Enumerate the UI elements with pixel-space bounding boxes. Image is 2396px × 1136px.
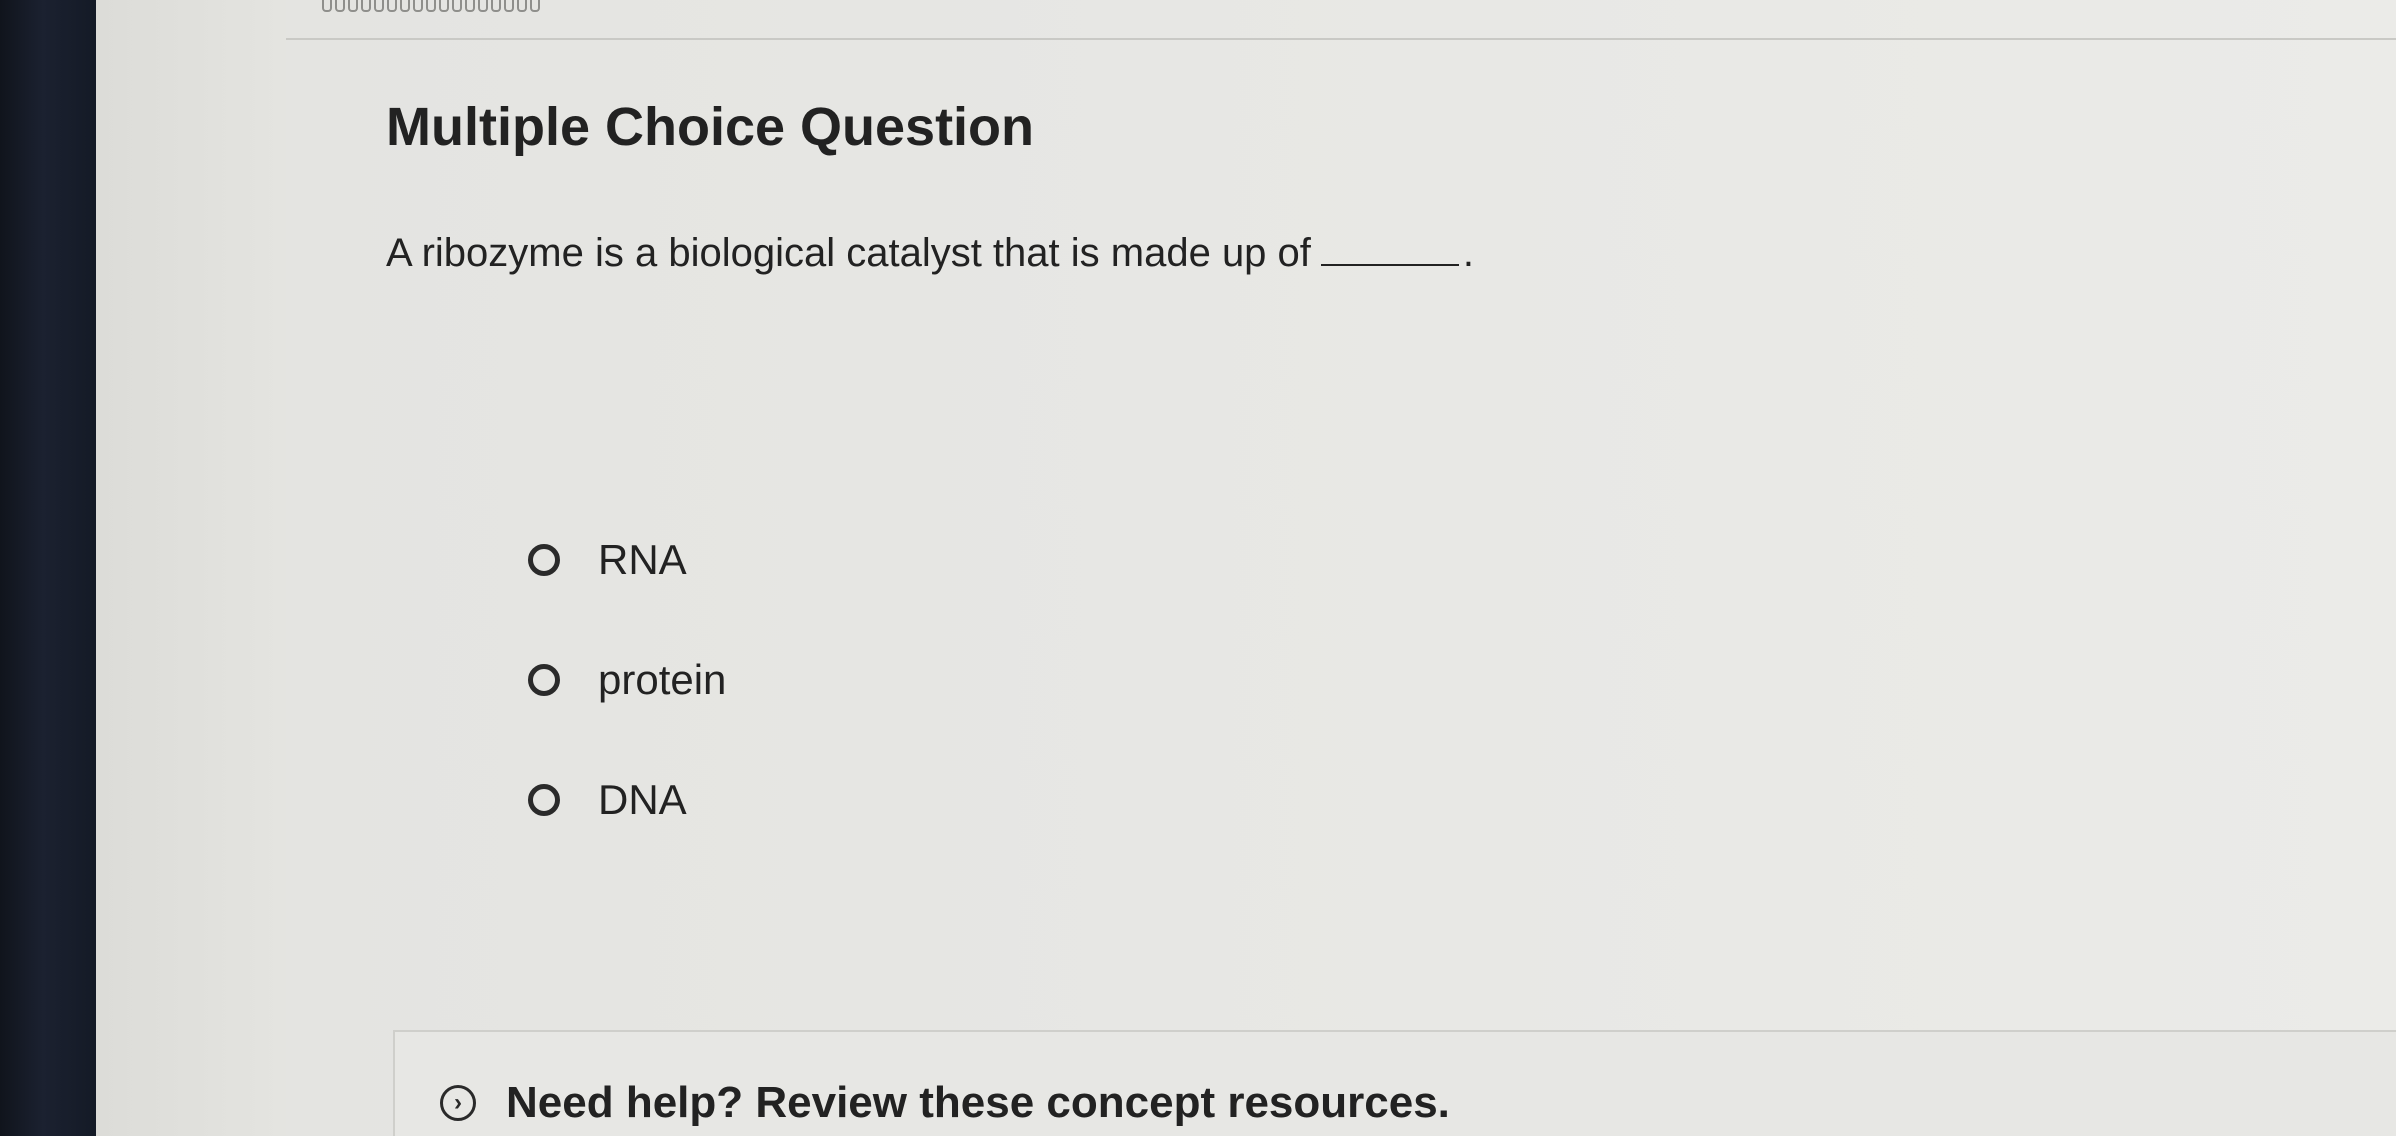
progress-dot	[465, 0, 475, 12]
radio-button-icon[interactable]	[528, 544, 560, 576]
option-label: protein	[598, 656, 727, 703]
radio-button-icon[interactable]	[528, 784, 560, 816]
page-title: Multiple Choice Question	[386, 97, 1035, 157]
progress-dot	[426, 0, 436, 12]
progress-dot	[452, 0, 462, 12]
chevron-right-icon[interactable]: ›	[440, 1085, 476, 1121]
progress-dot	[517, 0, 527, 12]
option-label: DNA	[598, 776, 687, 823]
option-protein[interactable]: protein	[528, 640, 726, 720]
option-rna[interactable]: RNA	[528, 520, 726, 600]
help-resources-label: Need help? Review these concept resource…	[506, 1078, 1450, 1127]
help-resources-toggle[interactable]: › Need help? Review these concept resour…	[440, 1078, 1450, 1128]
progress-dot	[387, 0, 397, 12]
progress-dot	[439, 0, 449, 12]
left-margin	[96, 0, 286, 1136]
question-prompt: A ribozyme is a biological catalyst that…	[386, 231, 1311, 275]
progress-dot	[361, 0, 371, 12]
option-dna[interactable]: DNA	[528, 760, 726, 840]
question-suffix: .	[1462, 231, 1475, 275]
answer-options: RNA protein DNA	[528, 520, 726, 880]
progress-dot	[491, 0, 501, 12]
progress-dot	[400, 0, 410, 12]
answer-blank	[1320, 230, 1459, 266]
progress-dot	[348, 0, 358, 12]
progress-dot	[530, 0, 540, 12]
progress-dot	[478, 0, 488, 12]
question-text: A ribozyme is a biological catalyst that…	[386, 230, 1474, 276]
question-progress-indicator	[322, 0, 540, 12]
option-label: RNA	[598, 536, 687, 583]
progress-dot	[335, 0, 345, 12]
radio-button-icon[interactable]	[528, 664, 560, 696]
progress-dot	[322, 0, 332, 12]
progress-dot	[413, 0, 423, 12]
header-divider	[286, 38, 2396, 40]
monitor-bezel	[0, 0, 96, 1136]
progress-dot	[374, 0, 384, 12]
progress-dot	[504, 0, 514, 12]
